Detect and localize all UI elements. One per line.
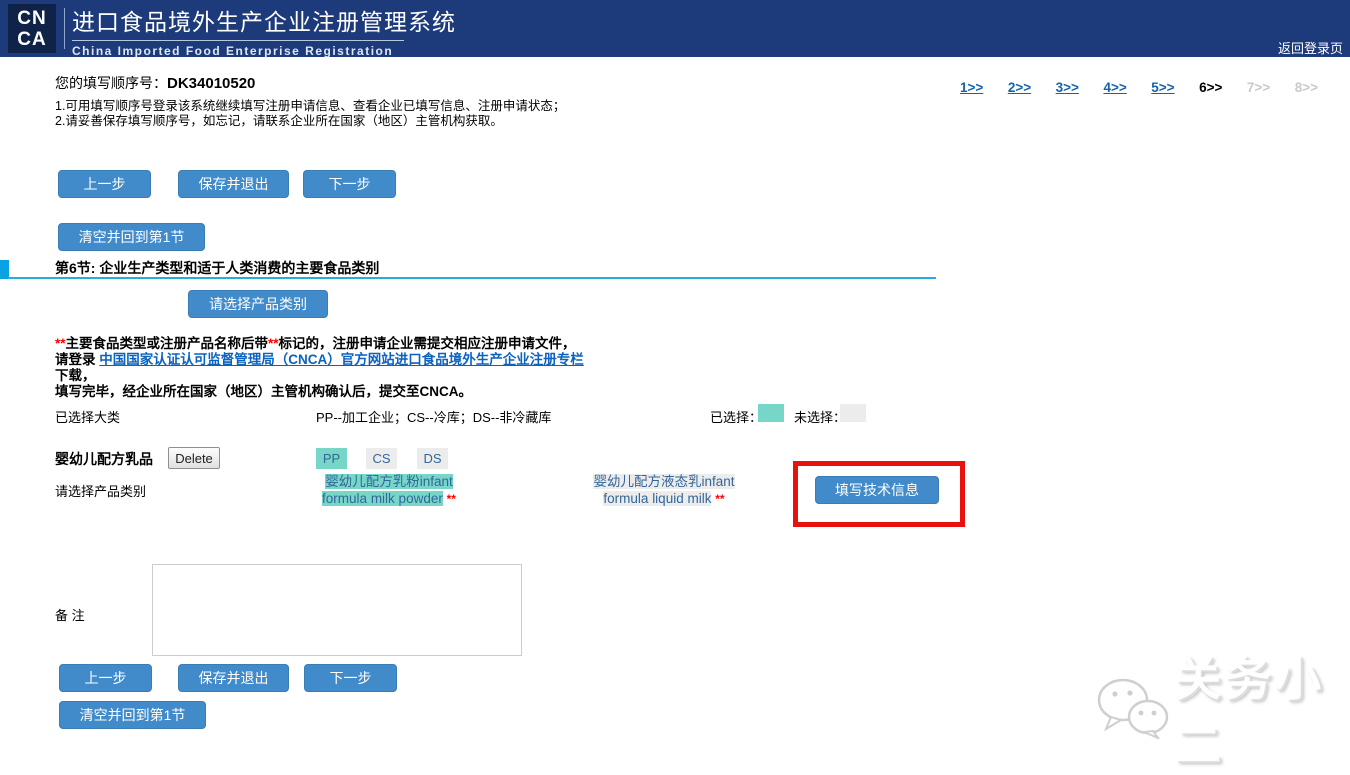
sequence-number-line: 您的填写顺序号：DK34010520 [55, 73, 255, 93]
next-step-button-top[interactable]: 下一步 [303, 170, 396, 198]
remark-textarea[interactable] [152, 564, 522, 656]
sequence-note-2: 2.请妥善保存填写顺序号，如忘记，请联系企业所在国家（地区）主管机构获取。 [55, 110, 503, 129]
app-title-en: China Imported Food Enterprise Registrat… [72, 44, 456, 58]
star-mark: ** [447, 492, 456, 506]
unselected-legend-label: 未选择： [794, 407, 846, 426]
selected-category-heading: 已选择大类 [55, 407, 120, 426]
product-category-name: 婴幼儿配方乳品 [55, 449, 153, 469]
cnca-logo: CN CA [8, 4, 56, 53]
notice-line3: 填写完毕，经企业所在国家（地区）主管机构确认后，提交至CNCA。 [55, 384, 472, 399]
sequence-label: 您的填写顺序号： [55, 75, 167, 91]
registration-notice: **主要食品类型或注册产品名称后带**标记的，注册申请企业需提交相应注册申请文件… [55, 336, 600, 400]
star-mark: ** [268, 336, 279, 351]
logo-line2: CA [8, 29, 56, 50]
product-item-name: 婴幼儿配方液态乳infant formula liquid milk [593, 474, 734, 506]
notice-line2-suffix: 下载， [55, 368, 96, 383]
select-product-category-button[interactable]: 请选择产品类别 [188, 290, 328, 318]
facility-tag-cs[interactable]: CS [366, 448, 397, 469]
notice-line1-text2: 标记的，注册申请企业需提交相应注册申请文件， [279, 336, 576, 351]
product-item-milk-powder[interactable]: 婴幼儿配方乳粉infant formula milk powder ** [303, 474, 475, 507]
facility-codes-legend: PP--加工企业；CS--冷库；DS--非冷藏库 [316, 407, 551, 426]
unselected-color-swatch [840, 404, 866, 422]
clear-restart-button-bottom[interactable]: 清空并回到第1节 [59, 701, 206, 729]
header-divider [64, 8, 65, 49]
next-step-button-bottom[interactable]: 下一步 [304, 664, 397, 692]
app-title-cn: 进口食品境外生产企业注册管理系统 [72, 3, 456, 37]
step-8-disabled: 8>> [1295, 80, 1318, 95]
step-5-link[interactable]: 5>> [1151, 80, 1174, 95]
back-to-login-link[interactable]: 返回登录页 [1278, 38, 1343, 57]
notice-line2-prefix: 请登录 [55, 352, 99, 367]
prev-step-button-bottom[interactable]: 上一步 [59, 664, 152, 692]
product-item-name: 婴幼儿配方乳粉infant formula milk powder [322, 474, 453, 506]
save-exit-button-bottom[interactable]: 保存并退出 [178, 664, 289, 692]
star-mark: ** [715, 492, 724, 506]
fill-technical-info-button[interactable]: 填写技术信息 [815, 476, 939, 504]
step-2-link[interactable]: 2>> [1008, 80, 1031, 95]
star-mark: ** [55, 336, 66, 351]
step-nav: 1>> 2>> 3>> 4>> 5>> 6>> 7>> 8>> [960, 80, 1318, 95]
selected-color-swatch [758, 404, 784, 422]
selected-legend-label: 已选择： [710, 407, 762, 426]
header-bar: CN CA 进口食品境外生产企业注册管理系统 China Imported Fo… [0, 0, 1350, 57]
section-underline [8, 277, 936, 279]
logo-line1: CN [8, 8, 56, 29]
header-titles: 进口食品境外生产企业注册管理系统 China Imported Food Ent… [72, 3, 456, 58]
cnca-website-link[interactable]: 中国国家认证认可监督管理局（CNCA）官方网站进口食品境外生产企业注册专栏 [99, 352, 584, 367]
section-title: 第6节: 企业生产类型和适于人类消费的主要食品类别 [55, 258, 379, 278]
clear-restart-button-top[interactable]: 清空并回到第1节 [58, 223, 205, 251]
step-3-link[interactable]: 3>> [1056, 80, 1079, 95]
watermark-text: 关务小二 [1175, 643, 1350, 775]
product-item-liquid-milk[interactable]: 婴幼儿配方液态乳infant formula liquid milk ** [578, 474, 750, 507]
notice-line1-text1: 主要食品类型或注册产品名称后带 [66, 336, 269, 351]
facility-tag-pp[interactable]: PP [316, 448, 347, 469]
step-4-link[interactable]: 4>> [1103, 80, 1126, 95]
delete-category-button[interactable]: Delete [168, 447, 220, 469]
sequence-value: DK34010520 [167, 75, 255, 92]
title-divider [72, 40, 404, 41]
select-product-label: 请选择产品类别 [55, 481, 146, 500]
remark-label: 备 注 [55, 605, 85, 624]
facility-tag-ds[interactable]: DS [417, 448, 448, 469]
wechat-bubbles-icon [1093, 675, 1175, 744]
save-exit-button-top[interactable]: 保存并退出 [178, 170, 289, 198]
step-7-disabled: 7>> [1247, 80, 1270, 95]
prev-step-button-top[interactable]: 上一步 [58, 170, 151, 198]
watermark: 关务小二 [1093, 643, 1350, 775]
step-1-link[interactable]: 1>> [960, 80, 983, 95]
step-6-current: 6>> [1199, 80, 1222, 95]
